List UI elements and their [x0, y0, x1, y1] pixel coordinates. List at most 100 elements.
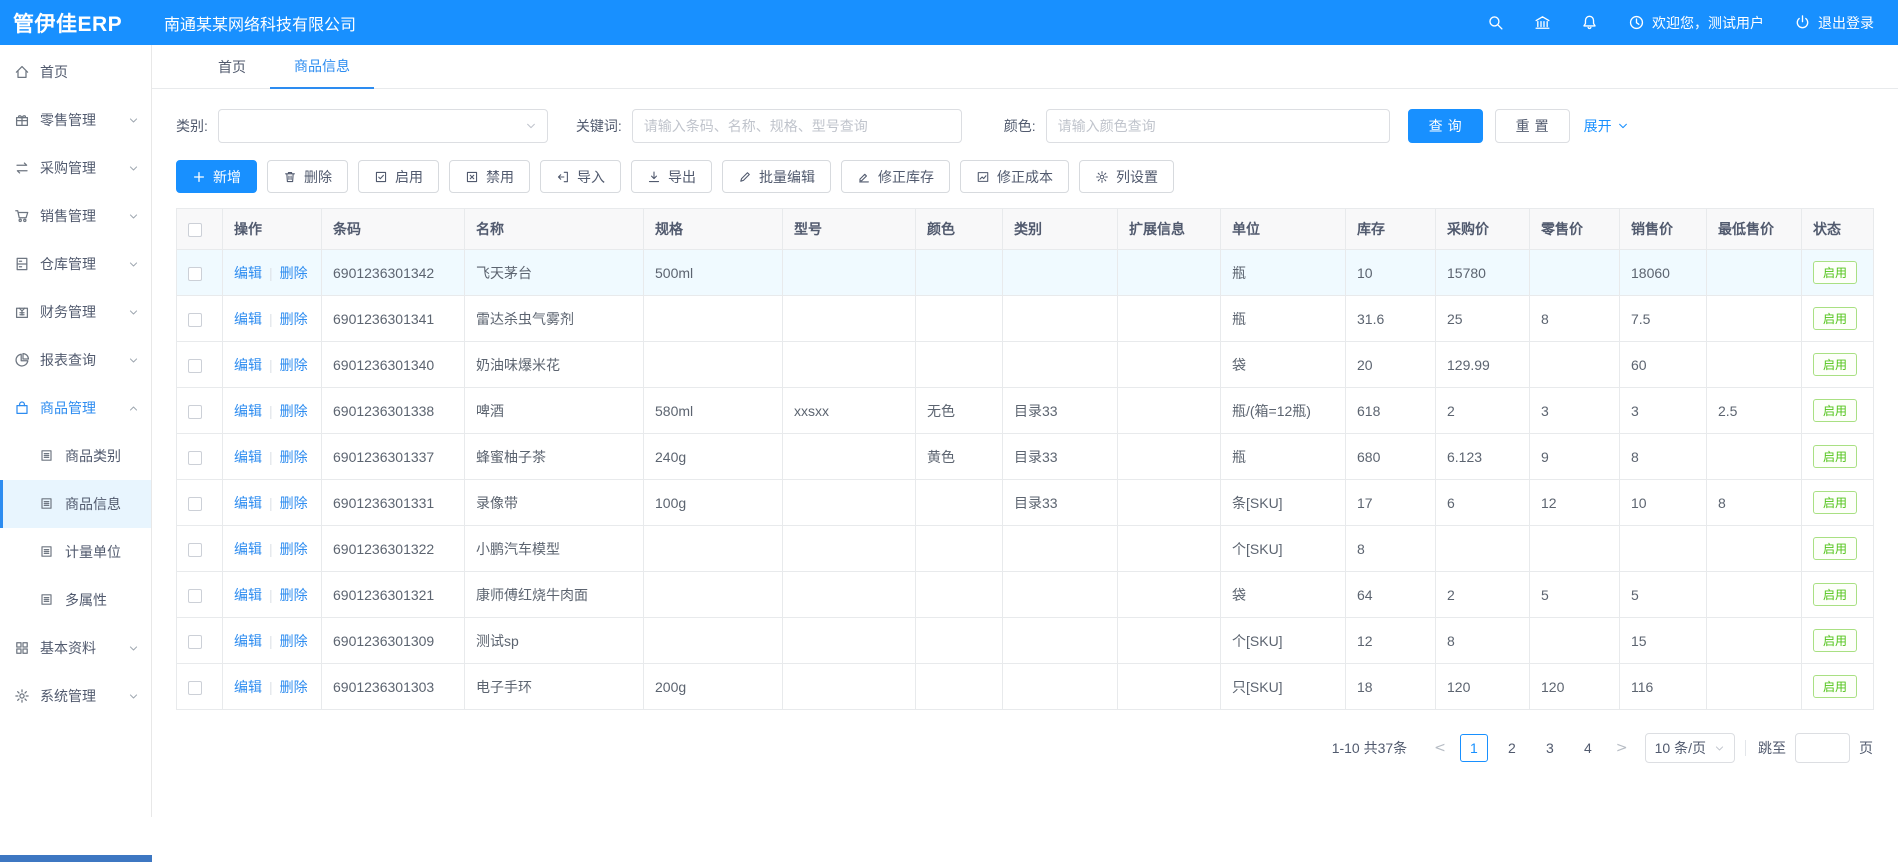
- edit-link[interactable]: 编辑: [234, 449, 262, 465]
- page-size-value: 10 条/页: [1655, 738, 1706, 758]
- row-checkbox[interactable]: [188, 543, 202, 557]
- keyword-label: 关键词:: [576, 116, 622, 136]
- import-button[interactable]: 导入: [540, 160, 621, 193]
- search-button[interactable]: 查询: [1408, 109, 1483, 143]
- column-header: 零售价: [1530, 209, 1620, 250]
- logout-button[interactable]: 退出登录: [1794, 13, 1874, 33]
- check-square-icon: [374, 170, 388, 184]
- jump-page-input[interactable]: [1795, 733, 1850, 763]
- expand-link[interactable]: 展开: [1584, 116, 1629, 136]
- enable-button[interactable]: 启用: [358, 160, 439, 193]
- next-page-button[interactable]: >: [1607, 740, 1637, 756]
- page-button-2[interactable]: 2: [1498, 735, 1526, 763]
- row-checkbox[interactable]: [188, 313, 202, 327]
- bank-icon[interactable]: [1534, 14, 1551, 31]
- keyword-input[interactable]: [632, 109, 962, 143]
- edit-link[interactable]: 编辑: [234, 311, 262, 327]
- delete-link[interactable]: 删除: [280, 265, 308, 281]
- sidebar-item-measure-unit[interactable]: 计量单位: [0, 528, 151, 576]
- edit-link[interactable]: 编辑: [234, 265, 262, 281]
- row-checkbox[interactable]: [188, 451, 202, 465]
- delete-link[interactable]: 删除: [280, 633, 308, 649]
- select-all-checkbox[interactable]: [188, 223, 202, 237]
- cell-unit: 瓶/(箱=12瓶): [1221, 388, 1346, 434]
- edit-link[interactable]: 编辑: [234, 495, 262, 511]
- edit-link[interactable]: 编辑: [234, 541, 262, 557]
- batch-edit-button[interactable]: 批量编辑: [722, 160, 831, 193]
- sidebar-item-product[interactable]: 商品管理: [0, 384, 151, 432]
- delete-link[interactable]: 删除: [280, 541, 308, 557]
- export-button[interactable]: 导出: [631, 160, 712, 193]
- disable-button[interactable]: 禁用: [449, 160, 530, 193]
- cell-name: 雷达杀虫气雾剂: [465, 296, 644, 342]
- page-button-3[interactable]: 3: [1536, 735, 1564, 763]
- cell-model: [783, 296, 916, 342]
- row-checkbox[interactable]: [188, 359, 202, 373]
- adjust-cost-button[interactable]: 修正成本: [960, 160, 1069, 193]
- scrollbar-thumb[interactable]: [0, 855, 152, 862]
- link-divider: |: [269, 679, 273, 695]
- delete-link[interactable]: 删除: [280, 357, 308, 373]
- page-button-4[interactable]: 4: [1574, 735, 1602, 763]
- cell-color: [916, 618, 1003, 664]
- cell-sale: 7.5: [1620, 296, 1707, 342]
- add-button[interactable]: 新增: [176, 160, 257, 193]
- tab-product-info[interactable]: 商品信息: [270, 45, 374, 89]
- row-checkbox[interactable]: [188, 635, 202, 649]
- edit-link[interactable]: 编辑: [234, 403, 262, 419]
- sidebar-item-retail[interactable]: 零售管理: [0, 96, 151, 144]
- row-checkbox[interactable]: [188, 589, 202, 603]
- delete-button[interactable]: 删除: [267, 160, 348, 193]
- category-select[interactable]: [218, 109, 548, 143]
- company-name: 南通某某网络科技有限公司: [164, 11, 356, 35]
- delete-link[interactable]: 删除: [280, 311, 308, 327]
- button-label: 新增: [213, 167, 241, 187]
- reset-button[interactable]: 重置: [1495, 109, 1570, 143]
- sidebar-item-finance[interactable]: 财务管理: [0, 288, 151, 336]
- product-table-wrap: 操作条码名称规格型号颜色类别扩展信息单位库存采购价零售价销售价最低售价状态 编辑…: [176, 208, 1874, 710]
- sidebar-item-product-info[interactable]: 商品信息: [0, 480, 151, 528]
- status-badge: 启用: [1813, 491, 1857, 514]
- color-input[interactable]: [1046, 109, 1390, 143]
- row-checkbox[interactable]: [188, 405, 202, 419]
- sidebar-item-product-category[interactable]: 商品类别: [0, 432, 151, 480]
- row-checkbox[interactable]: [188, 267, 202, 281]
- cell-barcode: 6901236301322: [322, 526, 465, 572]
- edit-link[interactable]: 编辑: [234, 357, 262, 373]
- tab-bar: 首页商品信息: [152, 45, 1898, 89]
- adjust-stock-button[interactable]: 修正库存: [841, 160, 950, 193]
- page-button-1[interactable]: 1: [1460, 734, 1488, 762]
- sidebar-item-sales[interactable]: 销售管理: [0, 192, 151, 240]
- search-icon[interactable]: [1487, 14, 1504, 31]
- edit-link[interactable]: 编辑: [234, 633, 262, 649]
- page-size-select[interactable]: 10 条/页: [1645, 733, 1735, 763]
- prev-page-button[interactable]: <: [1425, 740, 1455, 756]
- column-settings-button[interactable]: 列设置: [1079, 160, 1174, 193]
- delete-link[interactable]: 删除: [280, 495, 308, 511]
- row-checkbox[interactable]: [188, 497, 202, 511]
- sidebar-item-system[interactable]: 系统管理: [0, 672, 151, 720]
- row-checkbox[interactable]: [188, 681, 202, 695]
- sidebar-item-multi-attribute[interactable]: 多属性: [0, 576, 151, 624]
- tab-home[interactable]: 首页: [194, 45, 270, 89]
- delete-link[interactable]: 删除: [280, 679, 308, 695]
- sidebar-item-label: 商品类别: [65, 446, 139, 466]
- sidebar-item-home[interactable]: 首页: [0, 48, 151, 96]
- cell-stock: 17: [1346, 480, 1436, 526]
- document-list-icon: [39, 448, 55, 464]
- welcome-user[interactable]: 欢迎您，测试用户: [1628, 13, 1764, 33]
- sidebar-item-warehouse[interactable]: 仓库管理: [0, 240, 151, 288]
- sidebar-item-report[interactable]: 报表查询: [0, 336, 151, 384]
- sidebar-item-basic-data[interactable]: 基本资料: [0, 624, 151, 672]
- sidebar-item-purchase[interactable]: 采购管理: [0, 144, 151, 192]
- cell-name: 飞天茅台: [465, 250, 644, 296]
- delete-link[interactable]: 删除: [280, 587, 308, 603]
- delete-link[interactable]: 删除: [280, 403, 308, 419]
- cell-retail: [1530, 618, 1620, 664]
- cell-stock: 12: [1346, 618, 1436, 664]
- edit-link[interactable]: 编辑: [234, 679, 262, 695]
- delete-link[interactable]: 删除: [280, 449, 308, 465]
- bell-icon[interactable]: [1581, 14, 1598, 31]
- export-icon: [647, 170, 661, 184]
- edit-link[interactable]: 编辑: [234, 587, 262, 603]
